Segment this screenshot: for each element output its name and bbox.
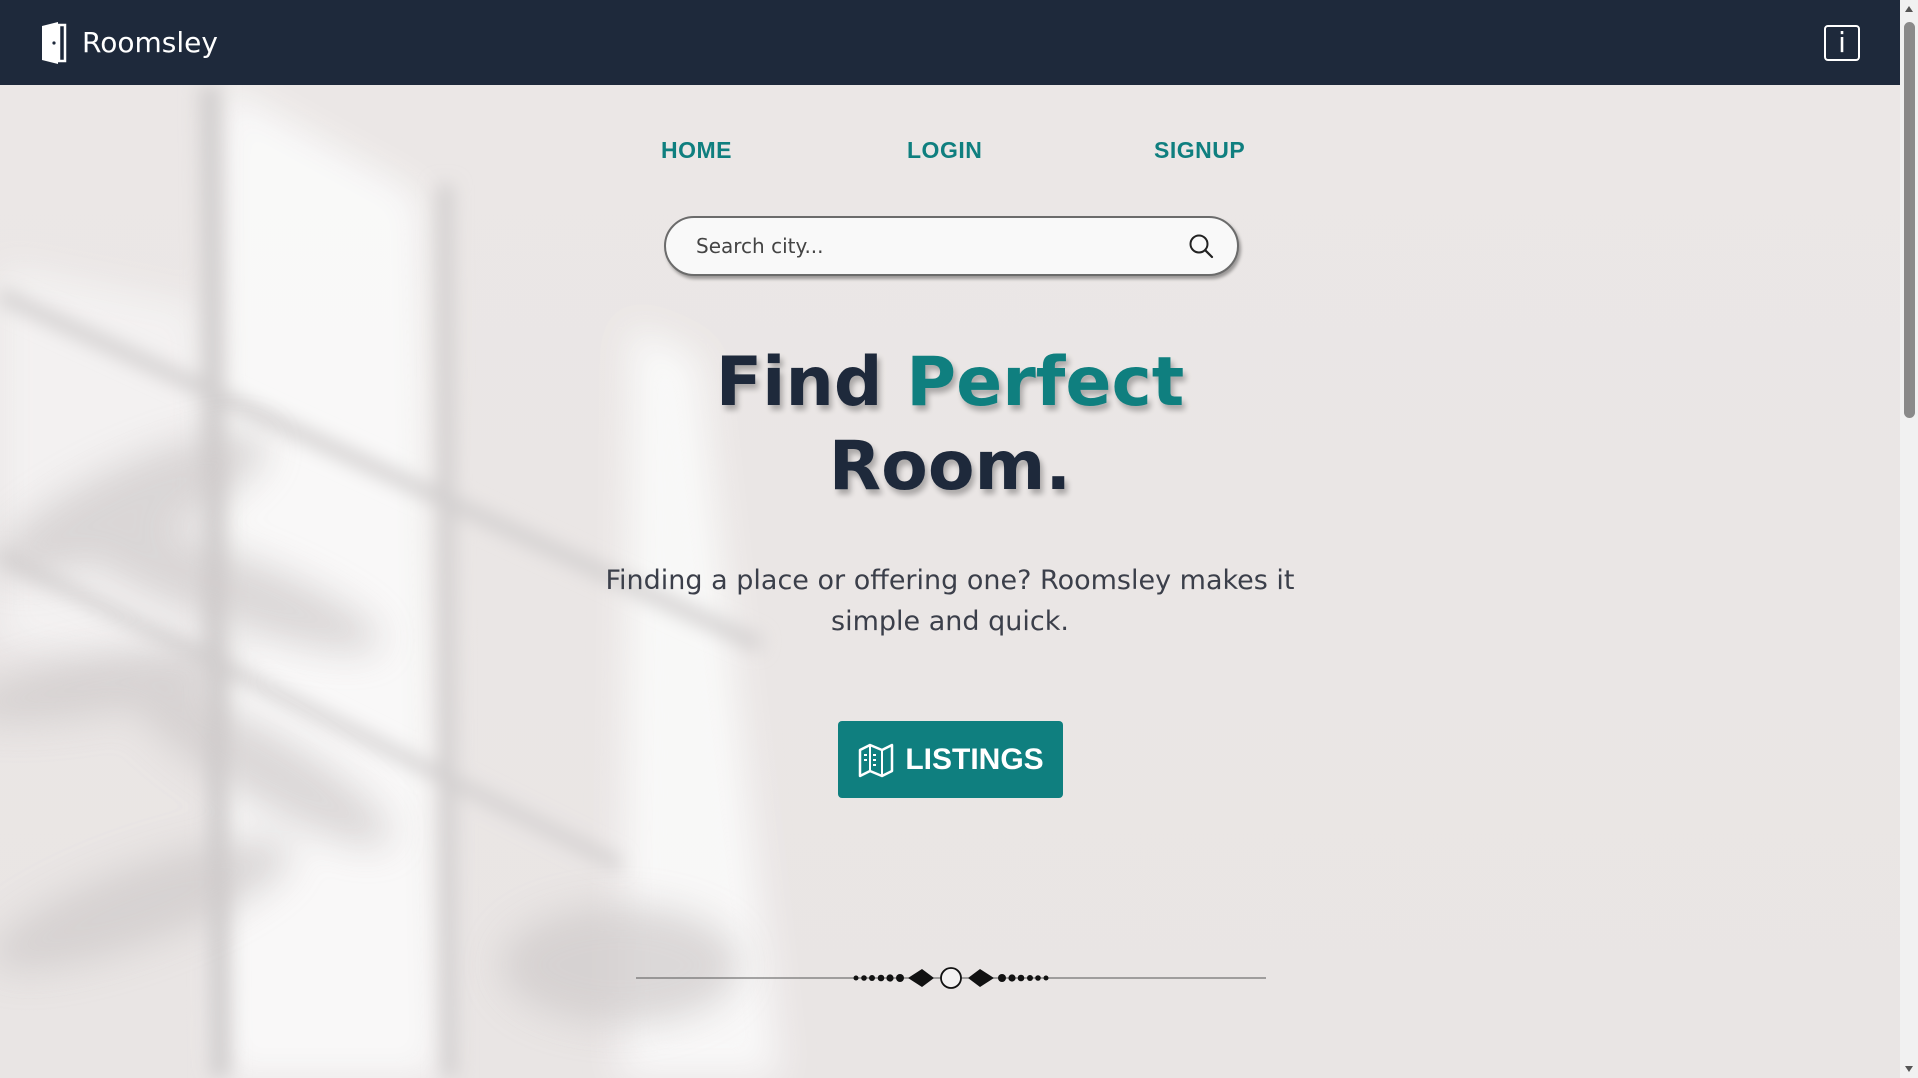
listings-button[interactable]: LISTINGS xyxy=(838,721,1063,798)
headline-word-room: Room. xyxy=(828,427,1072,506)
ornamental-divider xyxy=(636,967,1266,989)
vertical-scrollbar[interactable] xyxy=(1900,0,1918,1078)
map-icon xyxy=(859,743,894,777)
scrollbar-thumb[interactable] xyxy=(1904,22,1915,418)
brand[interactable]: Roomsley xyxy=(40,21,218,65)
search-icon[interactable] xyxy=(1187,232,1215,260)
nav-signup-link[interactable]: SIGNUP xyxy=(1154,137,1245,164)
search-bar xyxy=(664,216,1239,276)
hero-section: HOME LOGIN SIGNUP Find Perfect Room. Fin… xyxy=(0,85,1900,1078)
nav-home-link[interactable]: HOME xyxy=(661,137,732,164)
top-bar: Roomsley i xyxy=(0,0,1900,85)
headline-word-find: Find xyxy=(715,343,883,422)
info-button[interactable]: i xyxy=(1824,24,1860,61)
hero-subtitle: Finding a place or offering one? Roomsle… xyxy=(605,565,1295,637)
search-input[interactable] xyxy=(696,234,1187,258)
hero-headline: Find Perfect Room. xyxy=(0,341,1900,509)
scroll-down-arrow-icon[interactable] xyxy=(1900,1060,1918,1078)
brand-name: Roomsley xyxy=(82,26,218,59)
nav-login-link[interactable]: LOGIN xyxy=(907,137,982,164)
listings-label: LISTINGS xyxy=(905,742,1044,776)
door-icon xyxy=(42,21,67,64)
info-icon: i xyxy=(1838,26,1846,59)
headline-accent: Perfect xyxy=(906,343,1185,422)
scroll-up-arrow-icon[interactable] xyxy=(1900,0,1918,18)
